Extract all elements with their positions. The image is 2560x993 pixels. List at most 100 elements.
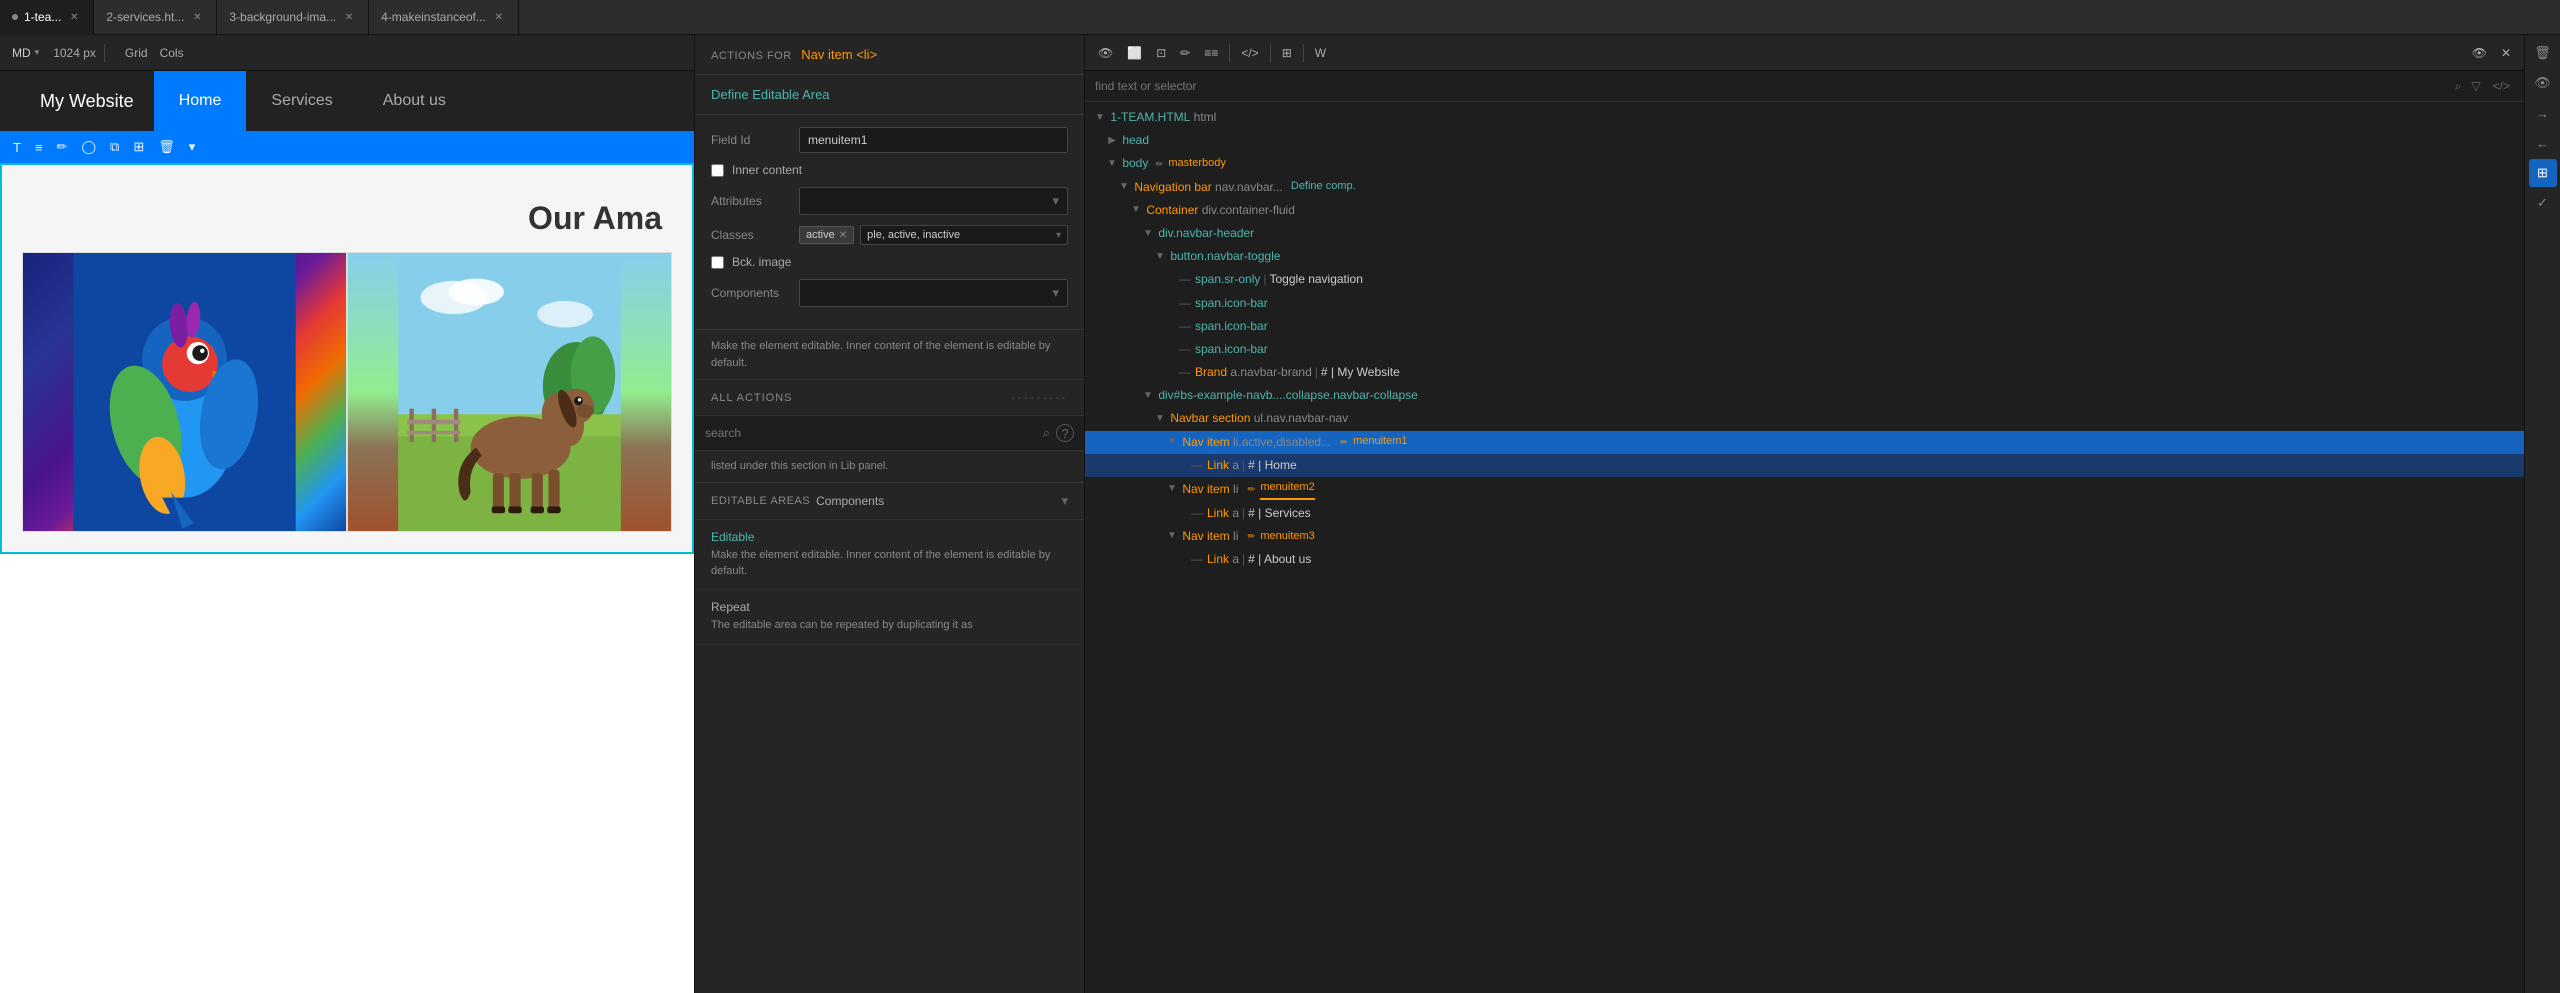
cols-button[interactable]: Cols xyxy=(156,44,188,62)
tree-node-navbar-toggle[interactable]: ▼ button.navbar-toggle xyxy=(1085,245,2524,268)
define-comp-btn[interactable]: Define comp. xyxy=(1291,178,1356,196)
sel-align-btn[interactable]: ≡ xyxy=(30,138,48,157)
sel-grid-btn[interactable]: ⊞ xyxy=(128,137,149,157)
tree-node-navbar[interactable]: ▼ Navigation bar nav.navbar... Define co… xyxy=(1085,176,2524,199)
toggle-navbar-toggle[interactable]: ▼ xyxy=(1153,250,1167,264)
field-id-input[interactable] xyxy=(799,127,1068,153)
sel-delete-btn[interactable]: 🗑 xyxy=(153,137,180,157)
tab-label: 1-tea... xyxy=(24,10,61,24)
tab-1-team[interactable]: 1-tea... ✕ xyxy=(0,0,94,35)
nav-item1-tag: li.active,disabled... xyxy=(1230,433,1331,452)
toggle-nav-item3[interactable]: ▼ xyxy=(1165,529,1179,543)
dash4: — xyxy=(1179,340,1191,359)
define-editable-btn[interactable]: Define Editable Area xyxy=(695,75,1084,115)
nav-item2-label: Nav item xyxy=(1179,480,1230,499)
toggle-collapse[interactable]: ▼ xyxy=(1141,389,1155,403)
tab-3-background[interactable]: 3-background-ima... ✕ xyxy=(217,0,369,35)
rs-trash-btn[interactable]: 🗑 xyxy=(2529,39,2557,67)
style-btn[interactable]: ✏ xyxy=(1175,43,1195,63)
dom-tree[interactable]: ▼ 1-TEAM.HTML html ▶ head ▼ body ✏ maste… xyxy=(1085,102,2524,993)
sel-copy-btn[interactable]: ⧉ xyxy=(105,137,124,157)
dom-search-input[interactable] xyxy=(1095,79,2449,93)
tab-2-services[interactable]: 2-services.ht... ✕ xyxy=(94,0,217,35)
code-btn[interactable]: </> xyxy=(1236,43,1263,63)
tree-node-icon-bar1[interactable]: ▶ — span.icon-bar xyxy=(1085,292,2524,315)
toggle-nav-item1[interactable]: ▼ xyxy=(1165,435,1179,449)
rs-check-btn[interactable]: ✓ xyxy=(2529,189,2557,217)
ea-editable-desc: Make the element editable. Inner content… xyxy=(711,548,1068,579)
toggle-navbar-nav[interactable]: ▼ xyxy=(1153,412,1167,426)
toggle-container[interactable]: ▼ xyxy=(1129,203,1143,217)
attributes-label: Attributes xyxy=(711,194,791,208)
class-dropdown[interactable]: ple, active, inactive ▾ xyxy=(860,225,1068,245)
tree-node-link1[interactable]: ▶ — Link a | # | Home xyxy=(1085,454,2524,477)
component-btn[interactable]: ⊞ xyxy=(1277,43,1297,63)
tree-node-link2[interactable]: ▶ — Link a | # | Services xyxy=(1085,502,2524,525)
sel-link-btn[interactable]: ◯ xyxy=(76,137,101,157)
sel-edit-btn[interactable]: ✏ xyxy=(52,137,73,157)
attributes-dropdown[interactable]: ▾ xyxy=(799,187,1068,215)
grid-button[interactable]: Grid xyxy=(121,44,152,62)
breakpoint-selector[interactable]: MD ▾ xyxy=(8,44,43,62)
tree-node-brand[interactable]: ▶ — Brand a.navbar-brand | # | My Websit… xyxy=(1085,361,2524,384)
nav-about[interactable]: About us xyxy=(358,71,471,131)
nav-item3-edit-icon[interactable]: ✏ xyxy=(1244,529,1258,543)
format-btn[interactable]: ≡≡ xyxy=(1199,43,1223,63)
dom-close-btn[interactable]: ✕ xyxy=(2496,43,2516,63)
tree-node-nav-item3[interactable]: ▼ Nav item li ✏ menuitem3 xyxy=(1085,525,2524,548)
tree-node-link3[interactable]: ▶ — Link a | # | About us xyxy=(1085,548,2524,571)
toggle-head[interactable]: ▶ xyxy=(1105,134,1119,148)
tree-node-navbar-header[interactable]: ▼ div.navbar-header xyxy=(1085,222,2524,245)
wp-btn[interactable]: W xyxy=(1310,43,1331,63)
tree-node-body[interactable]: ▼ body ✏ masterbody xyxy=(1085,152,2524,175)
tree-node-nav-item2[interactable]: ▼ Nav item li ✏ menuitem2 xyxy=(1085,477,2524,502)
rs-eye-btn[interactable]: 👁 xyxy=(2529,69,2557,97)
tree-node-navbar-nav[interactable]: ▼ Navbar section ul.nav.navbar-nav xyxy=(1085,407,2524,430)
editable-areas-header[interactable]: EDITABLE AREAS Components ▾ xyxy=(695,483,1084,520)
nav-item2-edit-icon[interactable]: ✏ xyxy=(1244,482,1258,496)
body-edit-icon[interactable]: ✏ xyxy=(1152,157,1166,171)
tab-4-makeinstance[interactable]: 4-makeinstanceof... ✕ xyxy=(369,0,519,35)
dom-code-action-btn[interactable]: </> xyxy=(2489,77,2514,95)
components-dropdown[interactable]: ▾ xyxy=(799,279,1068,307)
nav-services[interactable]: Services xyxy=(246,71,357,131)
view-toggle-btn[interactable]: 👁 xyxy=(1093,43,1118,63)
layout-btn[interactable]: ⊡ xyxy=(1151,43,1171,63)
device-btn[interactable]: ⬜ xyxy=(1122,43,1147,63)
dom-eye-btn[interactable]: 👁 xyxy=(2467,43,2492,63)
help-icon-btn[interactable]: ? xyxy=(1056,424,1074,442)
tab-close-2[interactable]: ✕ xyxy=(190,10,204,24)
sel-text-btn[interactable]: T xyxy=(8,138,26,157)
dash-link2: — xyxy=(1191,504,1203,523)
search-icon-btn[interactable]: ⌕ xyxy=(1043,425,1050,441)
tree-node-nav-item1[interactable]: ▼ Nav item li.active,disabled... ✏ menui… xyxy=(1085,431,2524,454)
class-tag-remove[interactable]: ✕ xyxy=(839,230,847,241)
toggle-html[interactable]: ▼ xyxy=(1093,111,1107,125)
rs-grid-btn[interactable]: ⊞ xyxy=(2529,159,2557,187)
editable-areas-title: EDITABLE AREAS xyxy=(711,495,810,507)
rs-arrow-left-btn[interactable]: ← xyxy=(2529,129,2557,157)
tree-node-icon-bar2[interactable]: ▶ — span.icon-bar xyxy=(1085,315,2524,338)
nav-home[interactable]: Home xyxy=(154,71,247,131)
sel-more-btn[interactable]: ▾ xyxy=(184,137,201,157)
nav-item1-edit-icon[interactable]: ✏ xyxy=(1337,435,1351,449)
toggle-navbar-header[interactable]: ▼ xyxy=(1141,227,1155,241)
rs-arrow-right-btn[interactable]: → xyxy=(2529,99,2557,127)
tree-node-icon-bar3[interactable]: ▶ — span.icon-bar xyxy=(1085,338,2524,361)
actions-search-input[interactable] xyxy=(705,426,1037,440)
hero-title: Our Ama xyxy=(22,185,672,252)
tree-node-container[interactable]: ▼ Container div.container-fluid xyxy=(1085,199,2524,222)
toggle-nav-item2[interactable]: ▼ xyxy=(1165,482,1179,496)
tree-node-html[interactable]: ▼ 1-TEAM.HTML html xyxy=(1085,106,2524,129)
dom-filter-btn[interactable]: ▽ xyxy=(2467,77,2484,95)
tab-close-3[interactable]: ✕ xyxy=(342,10,356,24)
tab-close-4[interactable]: ✕ xyxy=(492,10,506,24)
tree-node-sr-only[interactable]: ▶ — span.sr-only | Toggle navigation xyxy=(1085,268,2524,291)
inner-content-checkbox[interactable] xyxy=(711,164,724,177)
tree-node-collapse[interactable]: ▼ div#bs-example-navb....collapse.navbar… xyxy=(1085,384,2524,407)
tree-node-head[interactable]: ▶ head xyxy=(1085,129,2524,152)
toggle-navbar[interactable]: ▼ xyxy=(1117,180,1131,194)
toggle-body[interactable]: ▼ xyxy=(1105,157,1119,171)
tab-close-1[interactable]: ✕ xyxy=(67,10,81,24)
bck-image-checkbox[interactable] xyxy=(711,256,724,269)
